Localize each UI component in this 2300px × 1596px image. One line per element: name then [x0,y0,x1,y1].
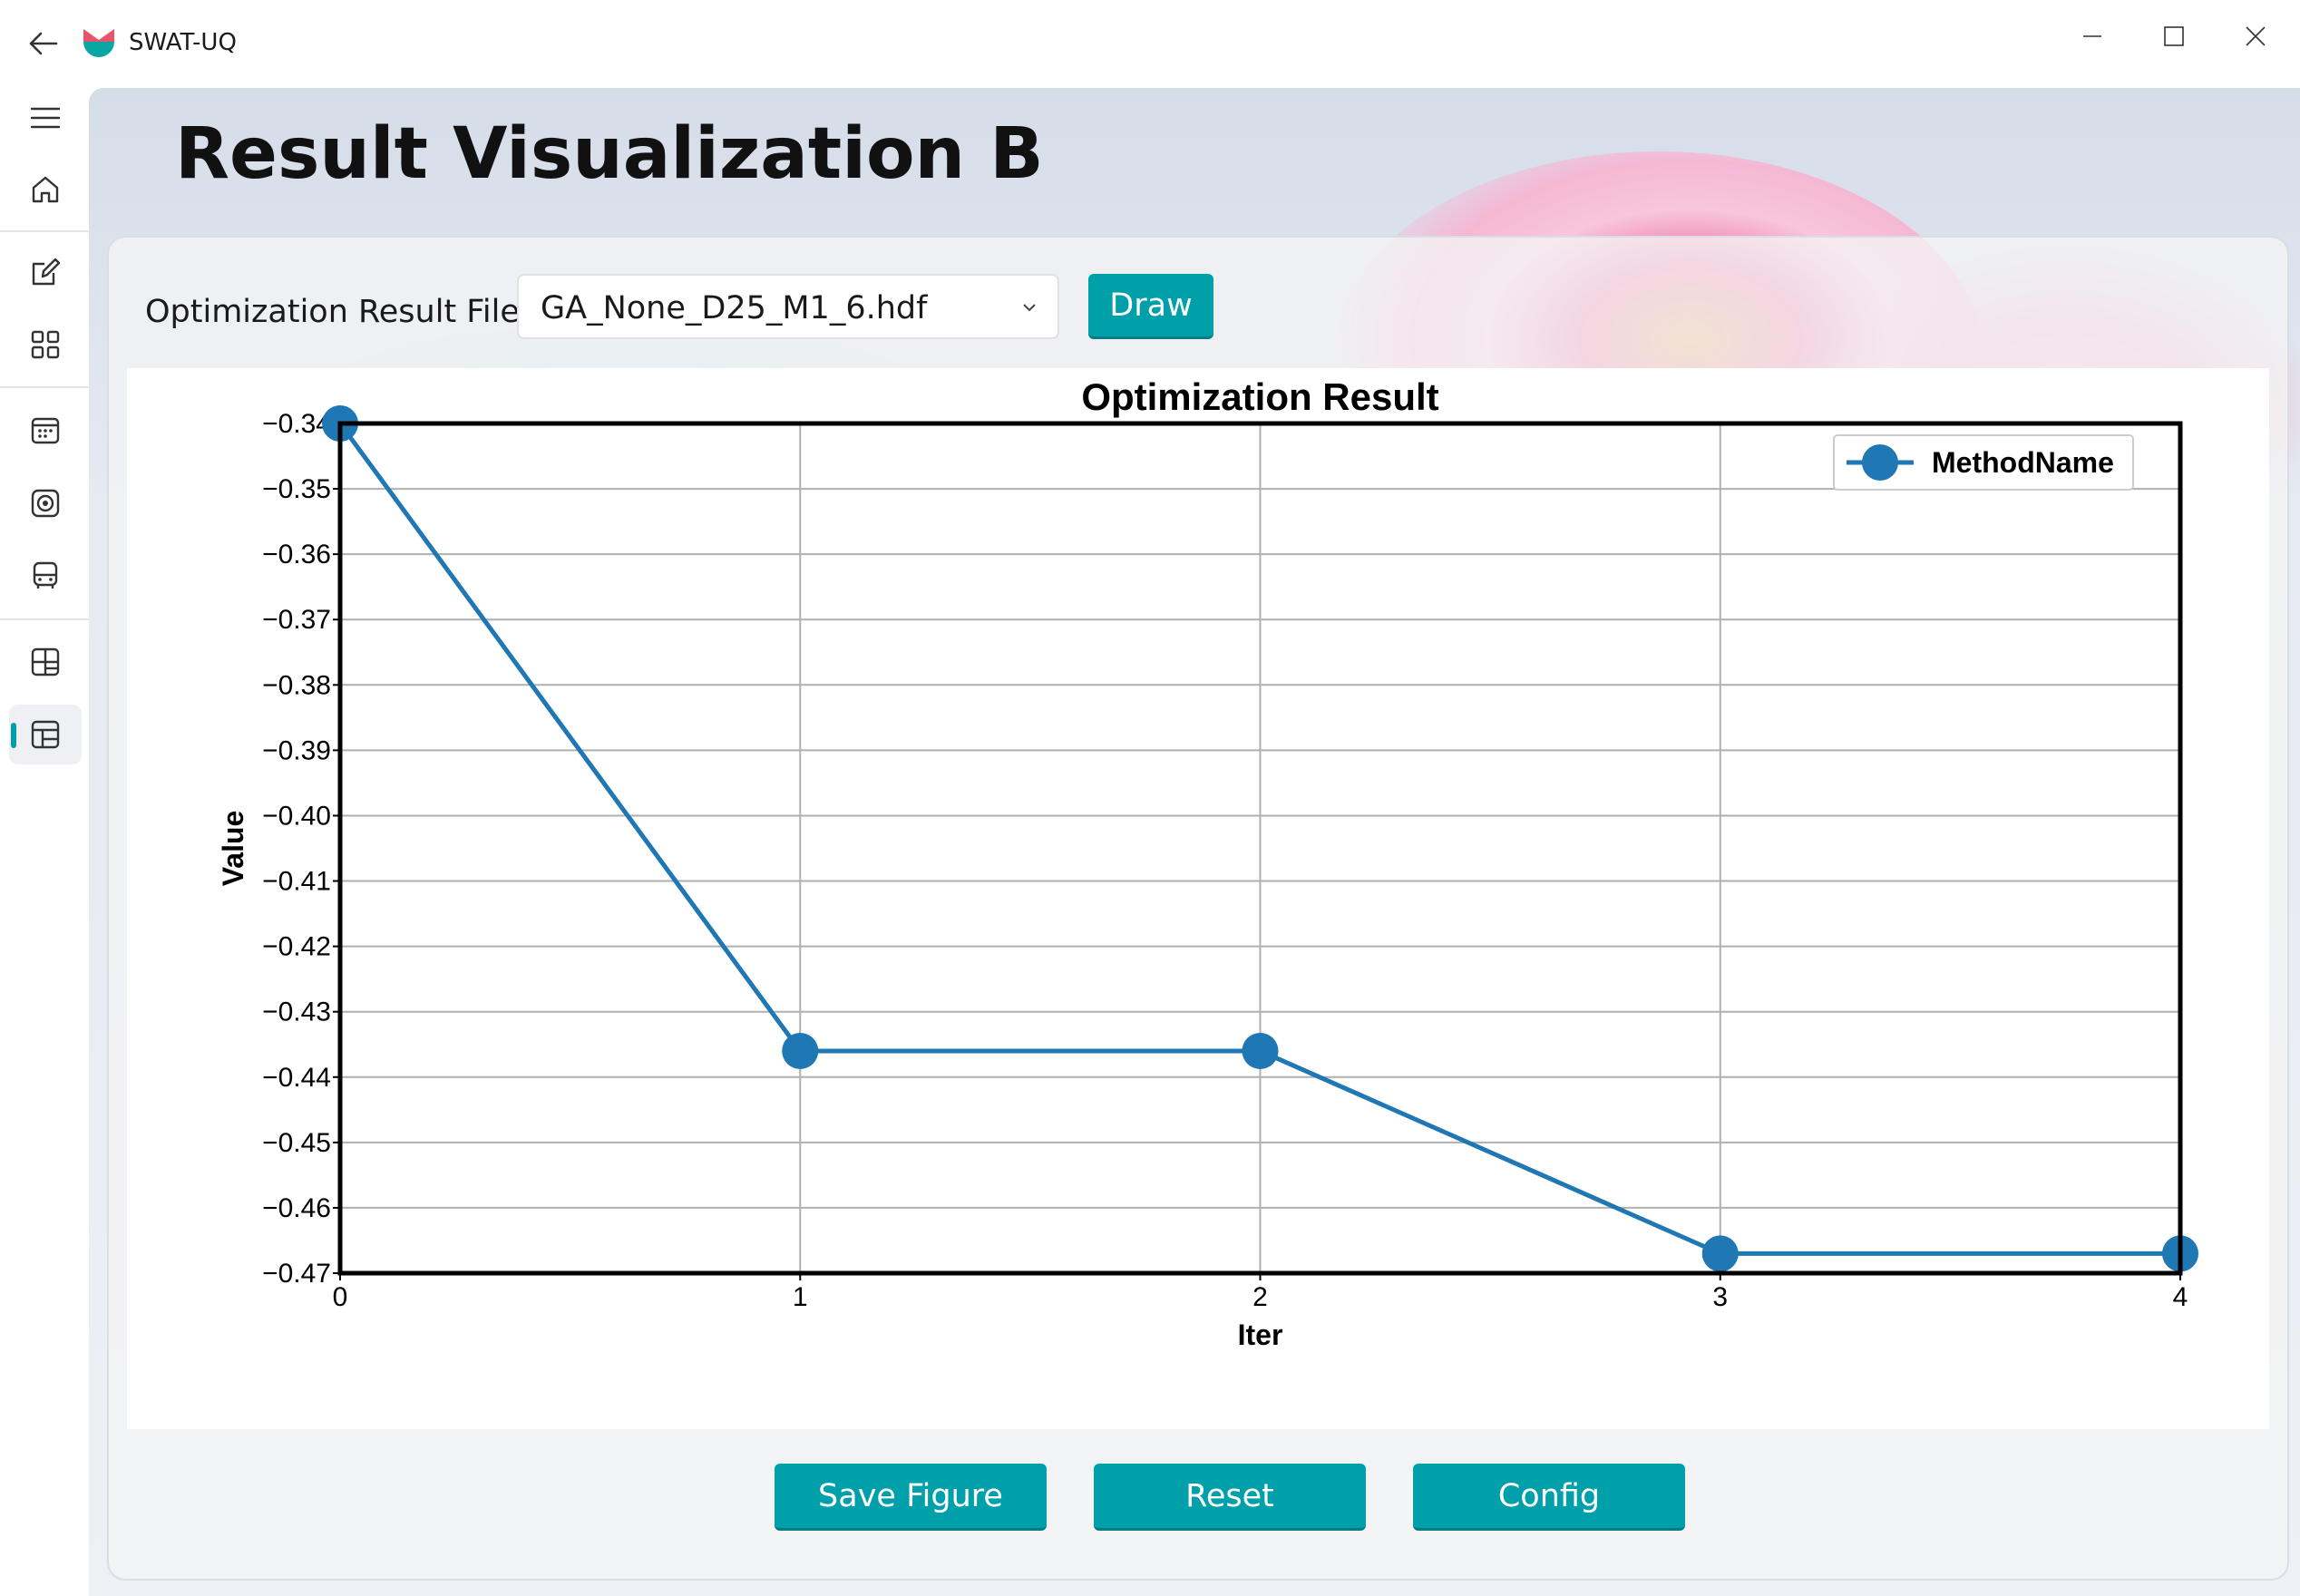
close-icon [2246,26,2266,46]
result-file-dropdown[interactable]: GA_None_D25_M1_6.hdf [517,274,1059,339]
x-tick-label: 3 [1712,1282,1728,1312]
main-content: Result Visualization B Optimization Resu… [89,88,2300,1596]
nav-item-visualization-b[interactable] [9,705,82,764]
nav-separator [0,230,89,232]
bus-icon [33,561,58,589]
nav-menu-toggle[interactable] [9,88,82,148]
x-axis-label: Iter [1238,1319,1283,1351]
data-point-marker [1701,1235,1739,1272]
apps-grid-icon [31,330,60,359]
y-tick-label: −0.47 [262,1259,331,1289]
content-card: Optimization Result File: GA_None_D25_M1… [107,236,2289,1581]
title-bar: SWAT-UQ [0,0,2300,88]
x-tick-label: 2 [1252,1282,1268,1312]
layout-table-icon [31,647,60,676]
y-tick-label: −0.41 [262,867,331,897]
nav-item-home[interactable] [9,160,82,219]
home-icon [32,176,59,203]
minimize-button[interactable] [2051,9,2133,63]
target-icon [31,489,60,518]
calendar-icon [31,417,60,444]
nav-item-visualization-a[interactable] [9,632,82,692]
nav-item-apps[interactable] [9,315,82,375]
hamburger-menu-icon [30,107,61,129]
y-tick-label: −0.44 [262,1063,331,1093]
y-tick-label: −0.34 [262,409,331,439]
app-logo-icon [83,29,114,57]
edit-icon [32,258,61,286]
y-tick-label: −0.45 [262,1128,331,1158]
result-file-value: GA_None_D25_M1_6.hdf [541,290,928,326]
nav-separator [0,618,89,620]
reset-button[interactable]: Reset [1094,1464,1366,1531]
maximize-icon [2164,26,2184,46]
app-title: SWAT-UQ [129,29,237,56]
data-point-marker [1242,1032,1279,1069]
save-figure-button[interactable]: Save Figure [775,1464,1047,1531]
x-tick-label: 1 [793,1282,808,1312]
nav-item-edit[interactable] [9,242,82,302]
back-button[interactable] [20,24,67,63]
optimization-result-chart: −0.34 −0.35 −0.36 −0.37 −0.38 −0.39 −0.40 −0.41… [217,375,2198,1351]
page-title: Result Visualization B [175,113,1044,195]
chart-title: Optimization Result [1081,375,1438,418]
minimize-icon [2083,35,2101,37]
y-tick-label: −0.42 [262,932,331,962]
y-tick-label: −0.39 [262,735,331,765]
maximize-button[interactable] [2133,9,2215,63]
close-button[interactable] [2215,9,2296,63]
chevron-down-icon [1023,304,1036,312]
x-tick-label: 4 [2173,1282,2188,1312]
x-tick-label: 0 [333,1282,348,1312]
nav-item-target[interactable] [9,473,82,533]
nav-item-calendar[interactable] [9,401,82,461]
y-tick-label: −0.36 [262,540,331,569]
y-tick-label: −0.37 [262,605,331,635]
legend-marker [1862,444,1898,481]
y-tick-label: −0.43 [262,998,331,1027]
data-point-marker [782,1032,819,1069]
y-tick-label: −0.35 [262,474,331,504]
y-tick-label: −0.46 [262,1193,331,1223]
file-select-label: Optimization Result File: [145,294,531,330]
y-axis-label: Value [217,811,249,887]
plot-panel: −0.34 −0.35 −0.36 −0.37 −0.38 −0.39 −0.40 −0.41… [127,368,2269,1429]
back-arrow-icon [29,32,58,55]
layout-table-icon [31,720,60,749]
draw-button[interactable]: Draw [1088,274,1213,339]
nav-separator [0,386,89,388]
nav-item-transport[interactable] [9,546,82,606]
legend-label: MethodName [1932,446,2114,479]
config-button[interactable]: Config [1413,1464,1685,1531]
navigation-pane [0,88,89,1596]
nav-selection-indicator [11,723,16,748]
y-tick-label: −0.40 [262,801,331,831]
chart-legend: MethodName [1833,434,2134,491]
y-tick-label: −0.38 [262,670,331,700]
